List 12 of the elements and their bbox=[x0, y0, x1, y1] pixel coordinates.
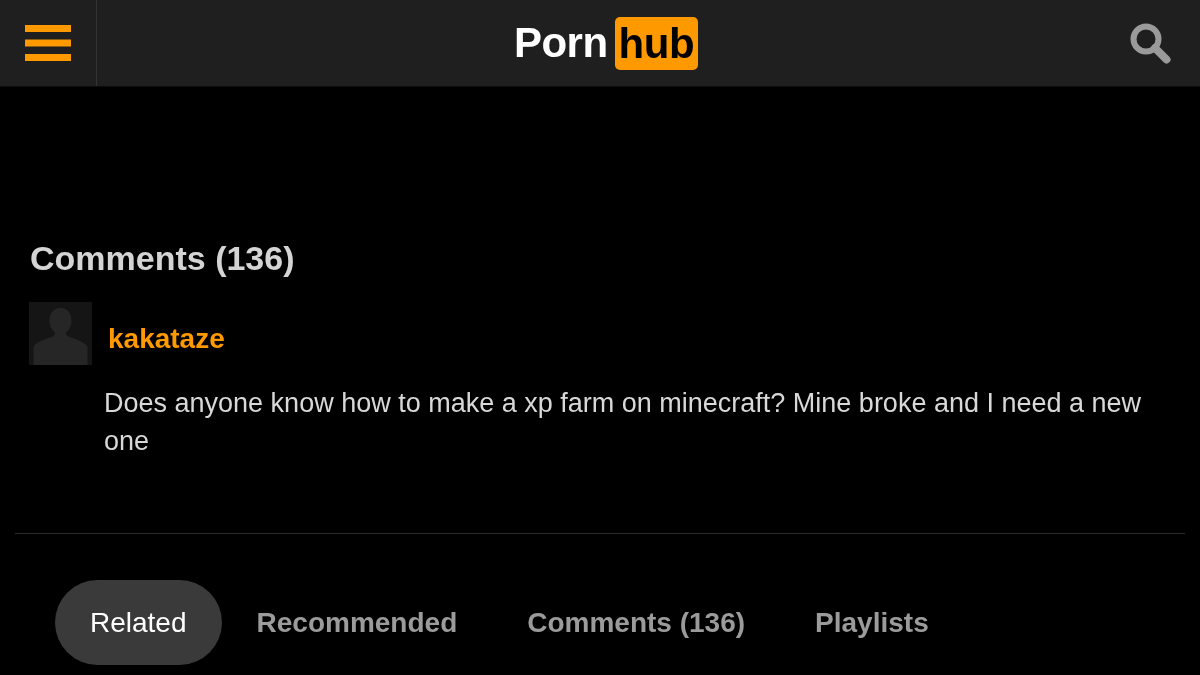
section-heading: Comments (136) bbox=[30, 238, 296, 278]
logo-highlight[interactable]: hub bbox=[614, 16, 699, 70]
menu-icon bbox=[25, 25, 71, 61]
tab[interactable]: Comments (136) bbox=[492, 580, 781, 665]
tab[interactable]: Related bbox=[55, 580, 222, 665]
username-link[interactable]: kakataze bbox=[108, 321, 225, 356]
comment-text: Does anyone know how to make a xp farm on minecraft? Mine broke and I need a new one bbox=[104, 387, 1143, 458]
search-icon[interactable] bbox=[1130, 22, 1171, 64]
avatar-icon bbox=[29, 302, 92, 365]
logo-text[interactable]: Porn bbox=[513, 19, 608, 67]
tab[interactable]: Recommended bbox=[221, 580, 493, 665]
tab[interactable]: Playlists bbox=[780, 580, 964, 665]
